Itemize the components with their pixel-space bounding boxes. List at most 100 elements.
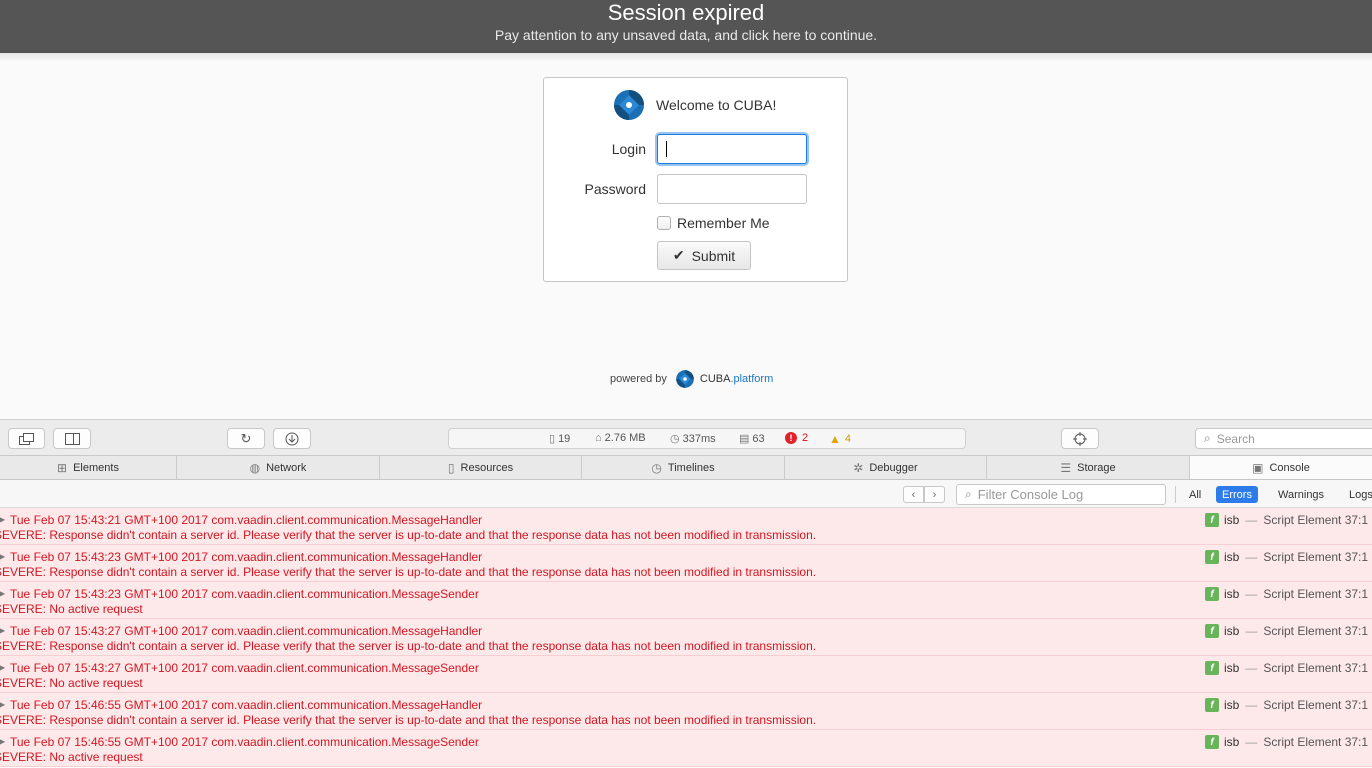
console-entry[interactable]: ▶ Tue Feb 07 15:46:55 GMT+100 2017 com.v… [0, 730, 1372, 767]
filter-console-input[interactable]: ⌕ Filter Console Log [956, 484, 1166, 505]
weight-icon: ⌂ [595, 432, 602, 444]
separator: — [1245, 661, 1258, 675]
download-archive-button[interactable] [273, 428, 311, 449]
tab-elements[interactable]: ⊞ Elements [0, 456, 177, 479]
entry-message: SEVERE: Response didn't contain a server… [0, 528, 817, 542]
stat-size[interactable]: ⌂ 2.76 MB [595, 432, 646, 444]
console-entry[interactable]: ▶ Tue Feb 07 15:46:55 GMT+100 2017 com.v… [0, 693, 1372, 730]
entry-location[interactable]: Script Element 37:1 [1263, 735, 1368, 749]
entry-source[interactable]: f isb — Script Element 37:1 [1205, 550, 1368, 564]
entry-location[interactable]: Script Element 37:1 [1263, 550, 1368, 564]
stat-resources[interactable]: ▯ 19 [549, 432, 570, 446]
console-entry[interactable]: ▶ Tue Feb 07 15:43:21 GMT+100 2017 com.v… [0, 508, 1372, 545]
filter-warnings-button[interactable]: Warnings [1272, 486, 1330, 503]
entry-location[interactable]: Script Element 37:1 [1263, 624, 1368, 638]
submit-button[interactable]: ✔ Submit [657, 241, 751, 270]
clock-icon: ◷ [670, 433, 680, 445]
entry-location[interactable]: Script Element 37:1 [1263, 661, 1368, 675]
console-entry[interactable]: ▶ Tue Feb 07 15:43:23 GMT+100 2017 com.v… [0, 582, 1372, 619]
tab-storage[interactable]: ☰ Storage [987, 456, 1190, 479]
entry-location[interactable]: Script Element 37:1 [1263, 587, 1368, 601]
tab-debugger[interactable]: ✲ Debugger [785, 456, 987, 479]
disclosure-triangle-icon[interactable]: ▶ [0, 626, 5, 635]
chevron-left-icon: ‹ [911, 488, 916, 501]
entry-message: SEVERE: Response didn't contain a server… [0, 639, 817, 653]
next-message-button[interactable]: › [924, 486, 945, 503]
stat-errors[interactable]: ! 2 [785, 432, 808, 444]
inspector-search-input[interactable]: ⌕ Search [1195, 428, 1372, 449]
stat-warnings[interactable]: ▲ 4 [829, 432, 851, 446]
stat-time-value: 337ms [682, 432, 716, 445]
tab-timelines[interactable]: ◷ Timelines [582, 456, 785, 479]
reload-icon: ↻ [240, 430, 252, 446]
tab-label: Console [1269, 461, 1310, 474]
web-inspector: ↻ ▯ 19 ⌂ 2.76 MB ◷ 337ms ▤ 63 ! 2 ▲ 4 ⌕ Search… [0, 419, 1372, 768]
download-icon [285, 432, 299, 445]
disclosure-triangle-icon[interactable]: ▶ [0, 589, 5, 598]
stat-messages[interactable]: ▤ 63 [739, 432, 765, 446]
brand-platform: .platform [730, 373, 774, 385]
inspector-tabs: ⊞ Elements ◍ Network ▯ Resources ◷ Timelines… [0, 456, 1372, 480]
session-expired-banner[interactable]: Session expired Pay attention to any uns… [0, 0, 1372, 53]
separator: — [1245, 513, 1258, 527]
entry-function: isb [1224, 550, 1240, 564]
console-entry[interactable]: ▶ Tue Feb 07 15:43:27 GMT+100 2017 com.v… [0, 656, 1372, 693]
login-input[interactable] [657, 134, 807, 164]
welcome-text: Welcome to CUBA! [656, 97, 777, 113]
entry-header: Tue Feb 07 15:43:23 GMT+100 2017 com.vaa… [10, 587, 479, 601]
search-icon: ⌕ [1204, 431, 1211, 445]
tab-network[interactable]: ◍ Network [177, 456, 380, 479]
entry-function: isb [1224, 624, 1240, 638]
entry-location[interactable]: Script Element 37:1 [1263, 698, 1368, 712]
console-icon: ▣ [1252, 460, 1264, 475]
filter-all-button[interactable]: All [1183, 486, 1207, 503]
function-icon: f [1205, 698, 1219, 712]
disclosure-triangle-icon[interactable]: ▶ [0, 700, 5, 709]
filter-errors-button[interactable]: Errors [1216, 486, 1258, 503]
reload-button[interactable]: ↻ [227, 428, 265, 449]
entry-source[interactable]: f isb — Script Element 37:1 [1205, 735, 1368, 749]
tab-console[interactable]: ▣ Console [1190, 456, 1372, 479]
dock-side-button[interactable] [53, 428, 91, 449]
disclosure-triangle-icon[interactable]: ▶ [0, 515, 5, 524]
detach-window-button[interactable] [8, 428, 45, 449]
remember-me-label[interactable]: Remember Me [677, 215, 770, 231]
filter-logs-button[interactable]: Logs [1343, 486, 1372, 503]
message-icon: ▤ [739, 433, 750, 445]
page-stats-bar[interactable]: ▯ 19 ⌂ 2.76 MB ◷ 337ms ▤ 63 ! 2 ▲ 4 [448, 428, 966, 449]
stat-time[interactable]: ◷ 337ms [670, 432, 716, 446]
filter-placeholder: Filter Console Log [977, 487, 1084, 502]
inspect-element-button[interactable] [1061, 428, 1099, 449]
console-entry[interactable]: ▶ Tue Feb 07 15:43:27 GMT+100 2017 com.v… [0, 619, 1372, 656]
entry-header: Tue Feb 07 15:43:21 GMT+100 2017 com.vaa… [10, 513, 483, 527]
entry-source[interactable]: f isb — Script Element 37:1 [1205, 587, 1368, 601]
powered-by-footer: powered by CUBA .platform [610, 368, 773, 390]
separator: — [1245, 698, 1258, 712]
cuba-logo-icon [614, 90, 644, 120]
disclosure-triangle-icon[interactable]: ▶ [0, 737, 5, 746]
entry-header: Tue Feb 07 15:43:27 GMT+100 2017 com.vaa… [10, 624, 483, 638]
timelines-icon: ◷ [651, 460, 662, 475]
stat-errors-value: 2 [802, 432, 809, 444]
banner-message[interactable]: Pay attention to any unsaved data, and c… [0, 26, 1372, 44]
entry-location[interactable]: Script Element 37:1 [1263, 513, 1368, 527]
inspector-toolbar: ↻ ▯ 19 ⌂ 2.76 MB ◷ 337ms ▤ 63 ! 2 ▲ 4 ⌕ Search [0, 419, 1372, 456]
previous-message-button[interactable]: ‹ [903, 486, 924, 503]
remember-me-checkbox[interactable]: Remember Me [657, 215, 770, 231]
search-icon: ⌕ [965, 487, 972, 501]
entry-source[interactable]: f isb — Script Element 37:1 [1205, 624, 1368, 638]
function-icon: f [1205, 513, 1219, 527]
entry-source[interactable]: f isb — Script Element 37:1 [1205, 698, 1368, 712]
banner-title: Session expired [607, 0, 765, 25]
console-entry[interactable]: ▶ Tue Feb 07 15:43:23 GMT+100 2017 com.v… [0, 545, 1372, 582]
disclosure-triangle-icon[interactable]: ▶ [0, 663, 5, 672]
entry-message: SEVERE: No active request [0, 676, 143, 690]
entry-source[interactable]: f isb — Script Element 37:1 [1205, 513, 1368, 527]
tab-resources[interactable]: ▯ Resources [380, 456, 582, 479]
entry-header: Tue Feb 07 15:46:55 GMT+100 2017 com.vaa… [10, 735, 479, 749]
separator: — [1245, 550, 1258, 564]
entry-source[interactable]: f isb — Script Element 37:1 [1205, 661, 1368, 675]
password-input[interactable] [657, 174, 807, 204]
checkbox-box[interactable] [657, 216, 671, 230]
disclosure-triangle-icon[interactable]: ▶ [0, 552, 5, 561]
